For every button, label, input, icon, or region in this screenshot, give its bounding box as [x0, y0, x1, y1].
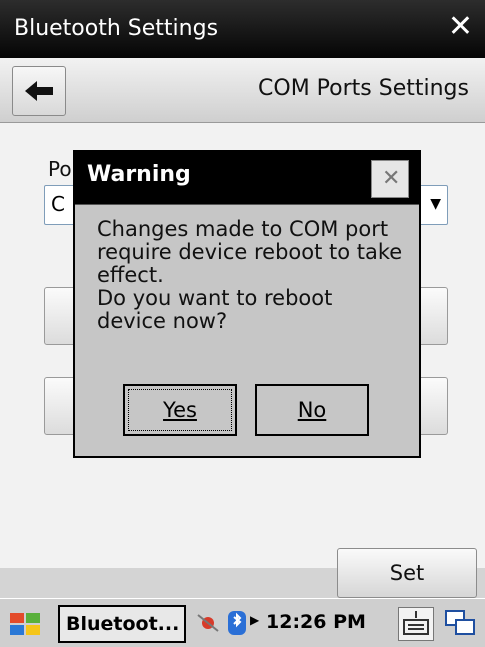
yes-button[interactable]: Yes: [123, 384, 237, 436]
dialog-close-button[interactable]: ✕: [371, 160, 409, 198]
yes-button-label: Yes: [163, 398, 197, 422]
close-icon: ✕: [382, 166, 401, 191]
dialog-message: Changes made to COM port require device …: [97, 217, 403, 333]
warning-dialog: Warning ✕ Changes made to COM port requi…: [73, 150, 421, 458]
modal-overlay: Warning ✕ Changes made to COM port requi…: [0, 0, 485, 646]
dialog-titlebar: Warning ✕: [75, 152, 419, 205]
no-button[interactable]: No: [255, 384, 369, 436]
no-button-label: No: [297, 398, 327, 422]
dialog-title: Warning: [87, 162, 191, 187]
